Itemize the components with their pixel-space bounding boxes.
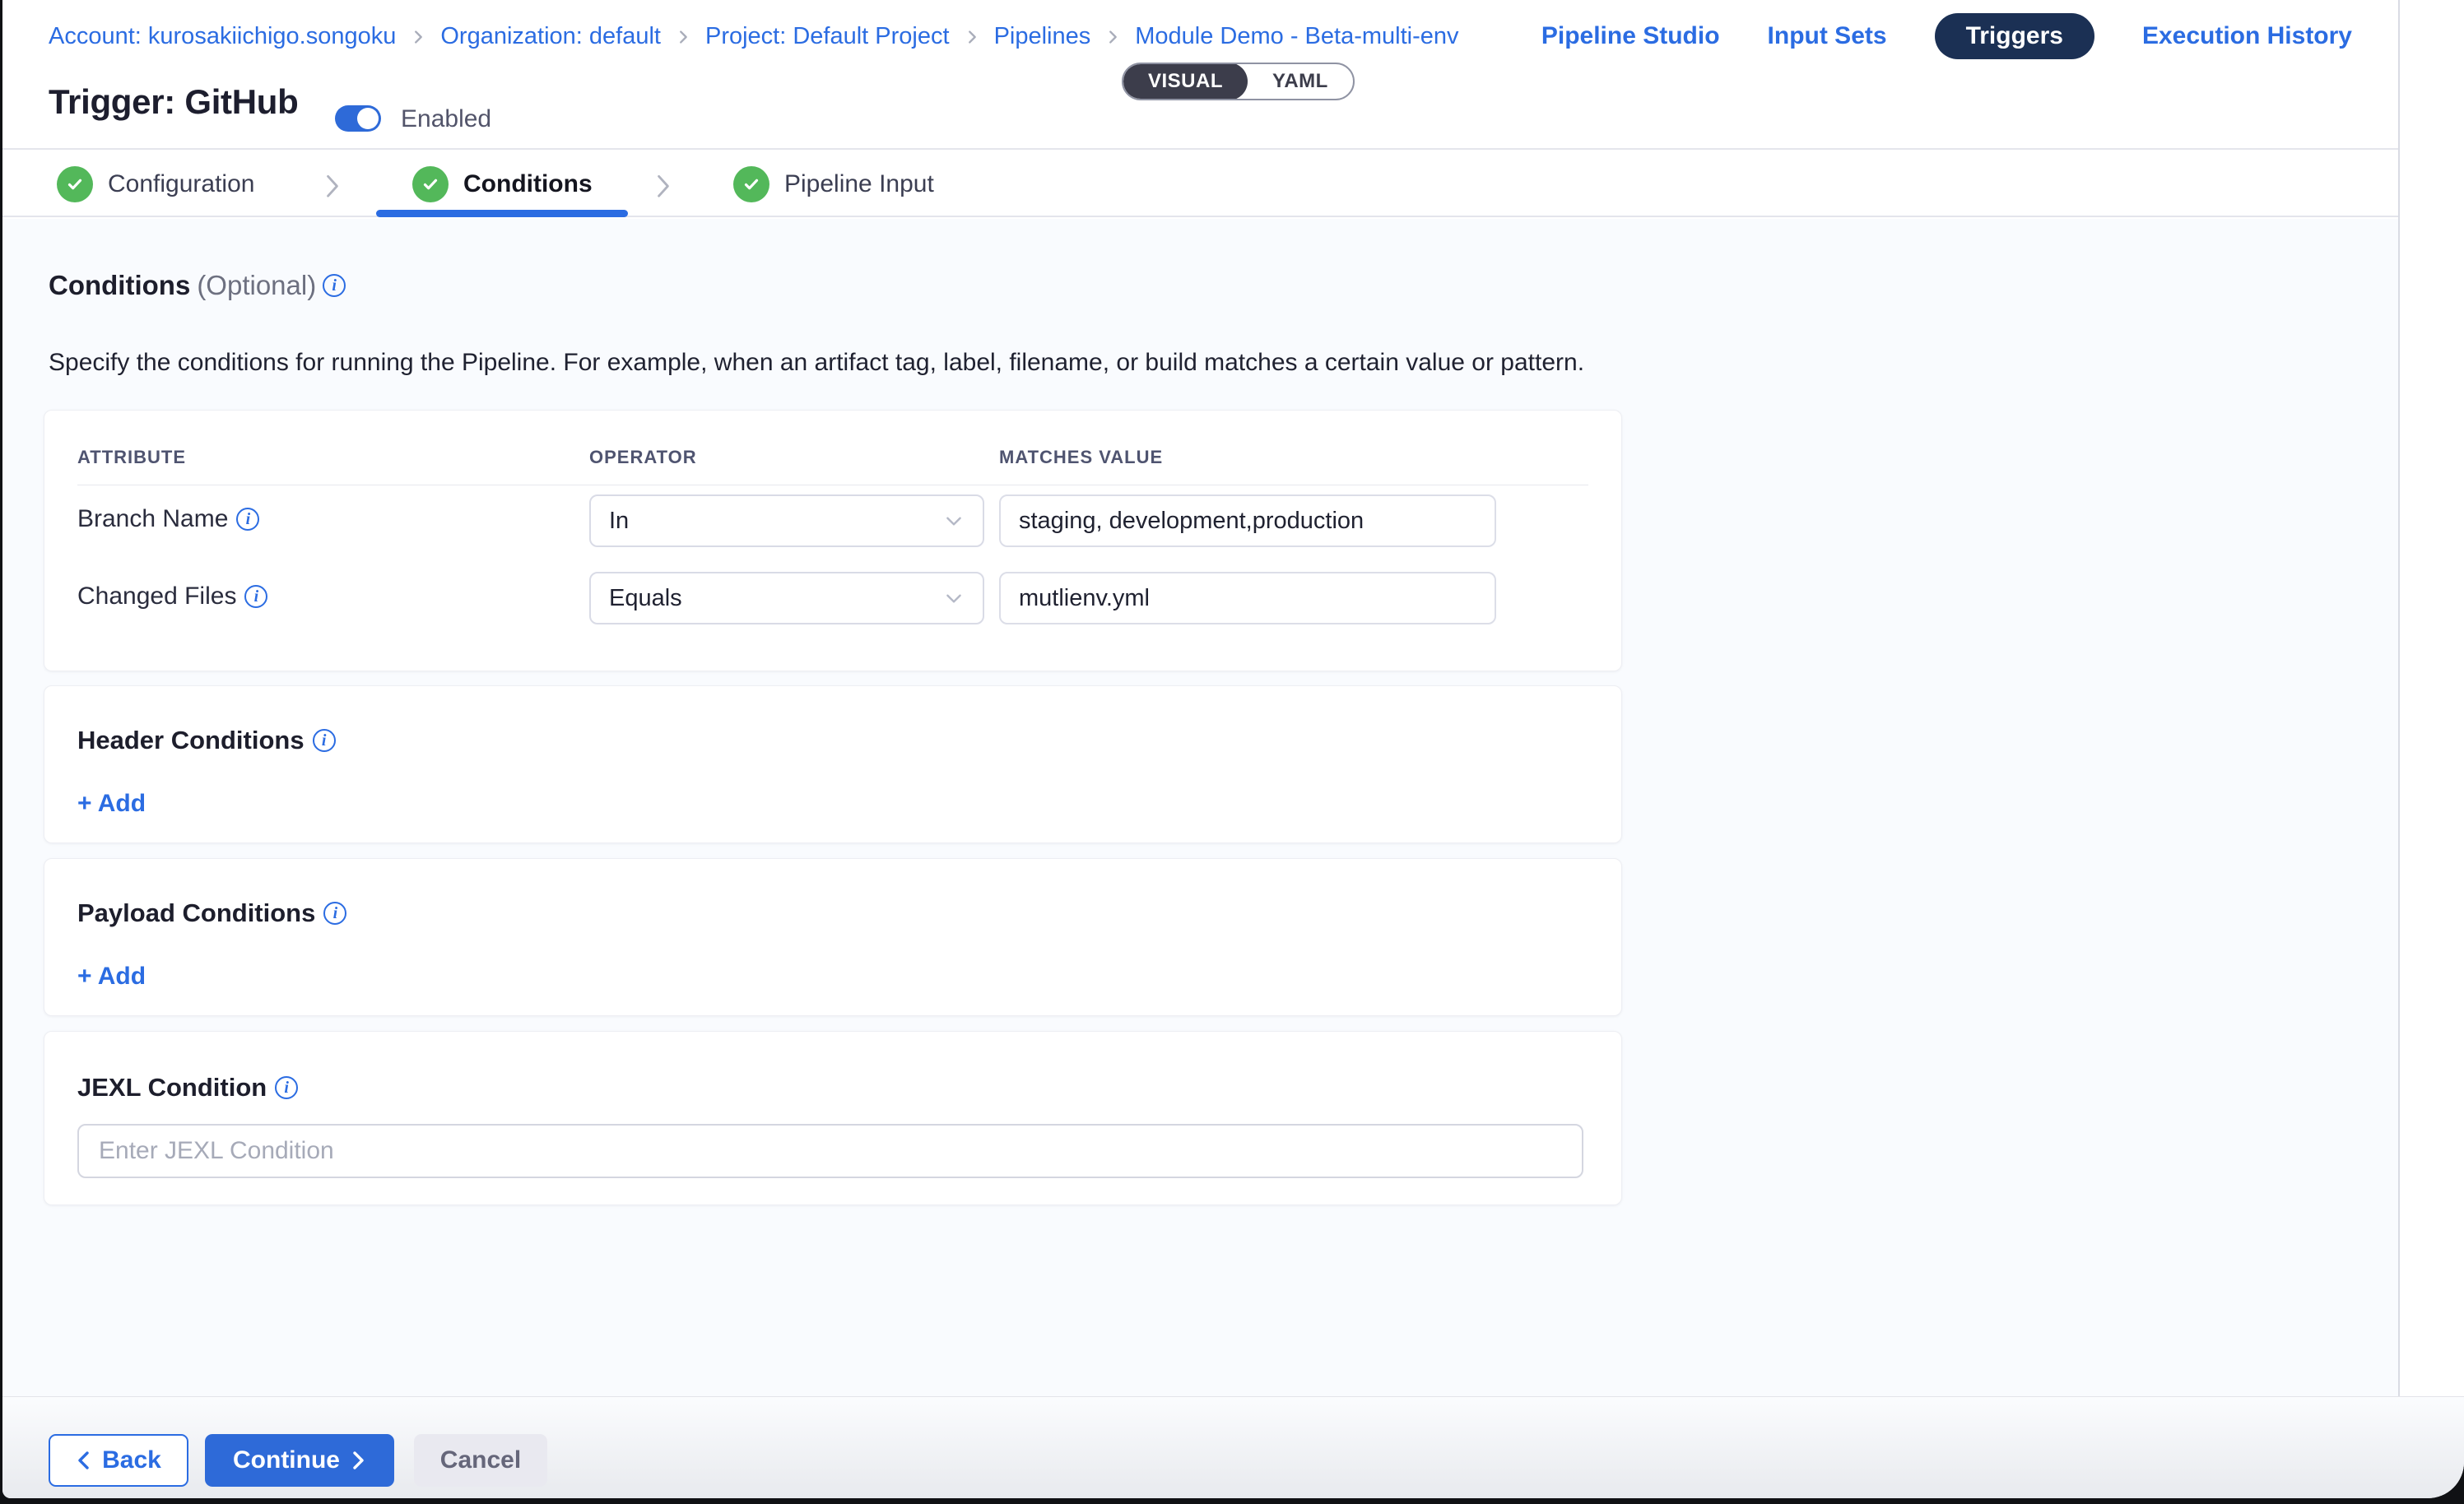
app-window: Account: kurosakiichigo.songoku Organiza… — [2, 0, 2464, 1498]
chevron-down-icon — [943, 587, 965, 609]
operator-value: In — [609, 508, 629, 535]
nav-input-sets[interactable]: Input Sets — [1768, 22, 1887, 50]
visual-segment[interactable]: VISUAL — [1123, 63, 1248, 100]
breadcrumb-pipeline-name[interactable]: Module Demo - Beta-multi-env — [1135, 23, 1458, 50]
add-payload-condition-button[interactable]: + Add — [77, 963, 146, 991]
breadcrumb-account[interactable]: Account: kurosakiichigo.songoku — [49, 23, 396, 50]
conditions-heading: Conditions(Optional) — [49, 270, 346, 301]
tab-conditions[interactable]: Conditions — [412, 166, 593, 202]
visual-yaml-toggle: VISUAL YAML — [1122, 63, 1355, 100]
info-icon[interactable] — [313, 729, 336, 752]
chevron-right-icon — [963, 28, 981, 46]
payload-conditions-card: Payload Conditions + Add — [44, 858, 1622, 1016]
tab-pipeline-input[interactable]: Pipeline Input — [733, 166, 934, 202]
breadcrumb-project[interactable]: Project: Default Project — [705, 23, 950, 50]
page-header: Account: kurosakiichigo.songoku Organiza… — [2, 0, 2398, 150]
chevron-down-icon — [943, 510, 965, 532]
matches-value-input[interactable] — [999, 494, 1496, 547]
payload-conditions-title: Payload Conditions — [77, 898, 346, 928]
active-tab-underline — [376, 210, 628, 217]
matches-value-input[interactable] — [999, 572, 1496, 624]
toggle-knob — [357, 108, 379, 129]
jexl-condition-title: JEXL Condition — [77, 1073, 298, 1102]
chevron-right-icon — [350, 1450, 366, 1471]
jexl-condition-title-text: JEXL Condition — [77, 1073, 267, 1102]
breadcrumb-pipelines[interactable]: Pipelines — [994, 23, 1091, 50]
breadcrumb-organization[interactable]: Organization: default — [440, 23, 661, 50]
nav-triggers-active[interactable]: Triggers — [1935, 13, 2094, 59]
info-icon[interactable] — [323, 902, 346, 925]
chevron-right-icon — [322, 173, 343, 197]
conditions-description: Specify the conditions for running the P… — [49, 349, 1584, 377]
chevron-left-icon — [76, 1450, 92, 1471]
header-conditions-title-text: Header Conditions — [77, 726, 305, 755]
operator-value: Equals — [609, 585, 682, 612]
footer-bar: Back Continue Cancel — [2, 1396, 2464, 1498]
top-nav: Pipeline Studio Input Sets Triggers Exec… — [1541, 13, 2352, 59]
continue-button[interactable]: Continue — [205, 1434, 394, 1487]
back-button-label: Back — [102, 1446, 161, 1474]
jexl-condition-card: JEXL Condition — [44, 1031, 1622, 1205]
header-conditions-title: Header Conditions — [77, 726, 336, 755]
enabled-toggle[interactable] — [335, 105, 381, 132]
header-conditions-card: Header Conditions + Add — [44, 685, 1622, 843]
yaml-segment[interactable]: YAML — [1248, 63, 1353, 100]
conditions-heading-text: Conditions — [49, 270, 190, 301]
attribute-label: Changed Files — [77, 583, 236, 610]
breadcrumb: Account: kurosakiichigo.songoku Organiza… — [49, 23, 1459, 50]
jexl-condition-input[interactable] — [77, 1124, 1583, 1178]
tab-configuration-label: Configuration — [108, 170, 254, 198]
table-row-attribute: Changed Files — [77, 583, 267, 610]
column-header-attribute: ATTRIBUTE — [77, 447, 186, 468]
right-gutter — [2398, 0, 2464, 1396]
check-icon — [412, 166, 449, 202]
cancel-button[interactable]: Cancel — [414, 1434, 547, 1487]
column-header-matches-value: MATCHES VALUE — [999, 447, 1163, 468]
stepper-tabs: Configuration Conditions — [2, 151, 2398, 217]
enabled-label: Enabled — [401, 105, 491, 133]
cancel-button-label: Cancel — [440, 1446, 521, 1474]
info-icon[interactable] — [323, 274, 346, 297]
nav-pipeline-studio[interactable]: Pipeline Studio — [1541, 22, 1720, 50]
tab-pipeline-input-label: Pipeline Input — [784, 170, 934, 198]
chevron-right-icon — [653, 173, 674, 197]
chevron-right-icon — [1104, 28, 1122, 46]
info-icon[interactable] — [244, 585, 267, 608]
operator-select[interactable]: In — [589, 494, 984, 547]
payload-conditions-title-text: Payload Conditions — [77, 898, 315, 928]
continue-button-label: Continue — [233, 1446, 340, 1474]
page-title: Trigger: GitHub — [49, 82, 299, 122]
chevron-right-icon — [409, 28, 427, 46]
column-header-operator: OPERATOR — [589, 447, 697, 468]
nav-execution-history[interactable]: Execution History — [2142, 22, 2352, 50]
info-icon[interactable] — [236, 508, 259, 531]
conditions-table-card: ATTRIBUTE OPERATOR MATCHES VALUE Branch … — [44, 410, 1622, 671]
tab-conditions-label: Conditions — [463, 170, 593, 198]
tab-configuration[interactable]: Configuration — [57, 166, 254, 202]
chevron-right-icon — [674, 28, 692, 46]
add-header-condition-button[interactable]: + Add — [77, 790, 146, 818]
table-row-attribute: Branch Name — [77, 505, 259, 533]
screen: Account: kurosakiichigo.songoku Organiza… — [0, 0, 2464, 1504]
back-button[interactable]: Back — [49, 1434, 188, 1487]
info-icon[interactable] — [275, 1076, 298, 1099]
attribute-label: Branch Name — [77, 505, 228, 533]
check-icon — [733, 166, 769, 202]
operator-select[interactable]: Equals — [589, 572, 984, 624]
main-column: Account: kurosakiichigo.songoku Organiza… — [2, 0, 2398, 1498]
conditions-heading-optional: (Optional) — [197, 270, 316, 301]
check-icon — [57, 166, 93, 202]
content-area: Conditions(Optional) Specify the conditi… — [2, 219, 2398, 1396]
